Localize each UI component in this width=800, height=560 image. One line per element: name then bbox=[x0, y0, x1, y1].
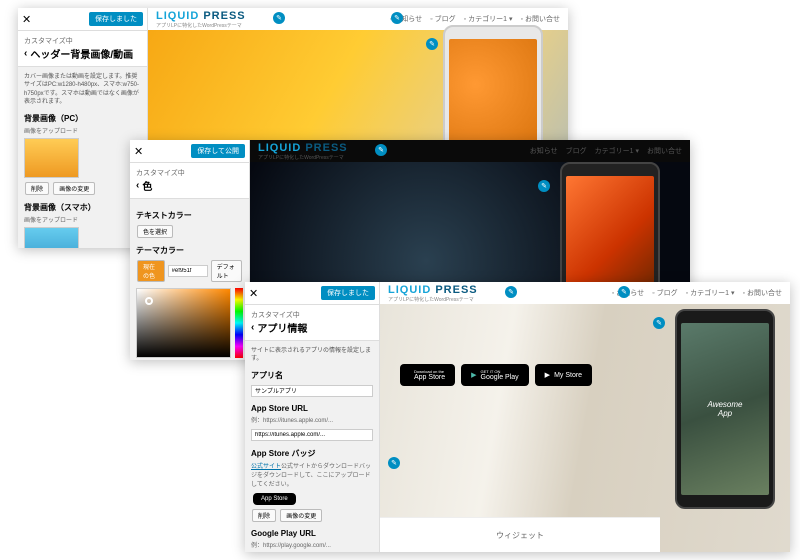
section-title: 色 bbox=[142, 178, 152, 193]
sidebar-header: ✕ 保存しました bbox=[18, 8, 147, 31]
appstore-badge-label: App Store バッジ bbox=[251, 448, 373, 459]
mystore-badge[interactable]: ▶ My Store bbox=[535, 364, 592, 386]
edit-shortcut-icon[interactable]: ✎ bbox=[273, 12, 285, 24]
nav-contact[interactable]: お問い合せ bbox=[647, 146, 682, 156]
nav-cat[interactable]: ◦ カテゴリー1▾ bbox=[464, 14, 513, 24]
appstore-badge[interactable]: Download on theApp Store bbox=[400, 364, 455, 386]
edit-shortcut-icon[interactable]: ✎ bbox=[391, 12, 403, 24]
edit-shortcut-icon[interactable]: ✎ bbox=[653, 317, 665, 329]
nav-cat[interactable]: ◦ カテゴリー1▾ bbox=[686, 288, 735, 298]
edit-shortcut-icon[interactable]: ✎ bbox=[388, 457, 400, 469]
widget-area[interactable]: ウィジェット bbox=[380, 517, 660, 552]
site-logo[interactable]: LIQUID PRESS bbox=[388, 284, 478, 296]
back-icon[interactable]: ‹ bbox=[136, 180, 139, 191]
section-title: ヘッダー背景画像/動画 bbox=[30, 46, 133, 61]
color-picker[interactable] bbox=[136, 288, 231, 358]
breadcrumb[interactable]: カスタマイズ中 ‹アプリ情報 bbox=[245, 305, 379, 341]
appstore-url-input[interactable] bbox=[251, 429, 373, 441]
edit-shortcut-icon[interactable]: ✎ bbox=[538, 180, 550, 192]
hero-image: Download on theApp Store ▶GET IT ONGoogl… bbox=[380, 304, 790, 552]
official-link[interactable]: 公式サイト bbox=[251, 464, 281, 470]
edit-shortcut-icon[interactable]: ✎ bbox=[618, 286, 630, 298]
current-color-swatch[interactable]: 現在の色 bbox=[137, 260, 165, 282]
edit-shortcut-icon[interactable]: ✎ bbox=[505, 286, 517, 298]
sidebar: ✕ 保存して公開 カスタマイズ中 ‹色 テキストカラー 色を選択 テーマカラー … bbox=[130, 140, 250, 360]
sidebar-body: テキストカラー 色を選択 テーマカラー 現在の色 デフォルト リンクカラー 色を… bbox=[130, 199, 249, 360]
nav-cat[interactable]: カテゴリー1▾ bbox=[595, 146, 639, 156]
delete-button[interactable]: 削除 bbox=[25, 182, 49, 195]
nav-menu: ◦ お知らせ ◦ ブログ ◦ カテゴリー1▾ ◦ お問い合せ bbox=[390, 14, 560, 24]
breadcrumb[interactable]: カスタマイズ中 ‹色 bbox=[130, 163, 249, 199]
section-description: カバー画像または動画を設定します。推奨サイズはPC:w1280-h480px、ス… bbox=[24, 73, 141, 107]
appstore-badge-thumb[interactable]: App Store bbox=[253, 493, 296, 505]
edit-shortcut-icon[interactable]: ✎ bbox=[426, 38, 438, 50]
customizing-label: カスタマイズ中 bbox=[24, 36, 141, 46]
hue-slider[interactable] bbox=[235, 288, 243, 358]
saved-badge: 保存しました bbox=[321, 286, 375, 300]
nav-menu: ◦ お知らせ ◦ ブログ ◦ カテゴリー1▾ ◦ お問い合せ bbox=[612, 288, 782, 298]
sidebar: ✕ 保存しました カスタマイズ中 ‹アプリ情報 サイトに表示されるアプリの情報を… bbox=[245, 282, 380, 552]
nav-news[interactable]: お知らせ bbox=[530, 146, 558, 156]
upload-help: 画像をアップロード bbox=[24, 126, 141, 135]
nav-blog[interactable]: ◦ ブログ bbox=[430, 14, 455, 24]
app-overlay-text: Awesome App bbox=[703, 400, 747, 418]
nav-menu: お知らせ ブログ カテゴリー1▾ お問い合せ bbox=[530, 146, 682, 156]
site-logo[interactable]: LIQUID PRESS bbox=[156, 10, 246, 22]
sidebar: ✕ 保存しました カスタマイズ中 ‹ヘッダー背景画像/動画 カバー画像または動画… bbox=[18, 8, 148, 248]
hex-input[interactable] bbox=[168, 265, 208, 277]
bg-sp-label: 背景画像（スマホ） bbox=[24, 202, 141, 213]
customizing-label: カスタマイズ中 bbox=[251, 310, 373, 320]
change-image-button[interactable]: 画像の変更 bbox=[53, 182, 95, 195]
sidebar-header: ✕ 保存して公開 bbox=[130, 140, 249, 163]
back-icon[interactable]: ‹ bbox=[24, 48, 27, 59]
nav-blog[interactable]: ブログ bbox=[566, 146, 587, 156]
nav-contact[interactable]: ◦ お問い合せ bbox=[743, 288, 782, 298]
section-description: サイトに表示されるアプリの情報を設定します。 bbox=[251, 347, 373, 364]
theme-color-label: テーマカラー bbox=[136, 245, 243, 256]
appstore-url-hint: 例：https://itunes.apple.com/... bbox=[251, 415, 373, 424]
appstore-badge-desc: 公式サイト公式サイトからダウンロードバッジをダウンロードして、ここにアップロード… bbox=[251, 461, 373, 488]
edit-shortcut-icon[interactable]: ✎ bbox=[375, 144, 387, 156]
gplay-url-hint: 例：https://play.google.com/... bbox=[251, 540, 373, 549]
breadcrumb[interactable]: カスタマイズ中 ‹ヘッダー背景画像/動画 bbox=[18, 31, 147, 67]
close-icon[interactable]: ✕ bbox=[249, 287, 258, 300]
site-nav: LIQUID PRESS アプリLPに特化したWordPressテーマ お知らせ… bbox=[250, 140, 690, 162]
save-publish-button[interactable]: 保存して公開 bbox=[191, 144, 245, 158]
sidebar-body: カバー画像または動画を設定します。推奨サイズはPC:w1280-h480px、ス… bbox=[18, 67, 147, 248]
text-color-label: テキストカラー bbox=[136, 210, 243, 221]
site-nav: LIQUID PRESS アプリLPに特化したWordPressテーマ ◦ お知… bbox=[148, 8, 568, 30]
back-icon[interactable]: ‹ bbox=[251, 322, 254, 333]
delete-button[interactable]: 削除 bbox=[252, 509, 276, 522]
gplay-url-label: Google Play URL bbox=[251, 529, 373, 538]
change-image-button[interactable]: 画像の変更 bbox=[280, 509, 322, 522]
customizer-panel-app-info: ✕ 保存しました カスタマイズ中 ‹アプリ情報 サイトに表示されるアプリの情報を… bbox=[245, 282, 790, 552]
app-name-input[interactable] bbox=[251, 385, 373, 397]
site-tagline: アプリLPに特化したWordPressテーマ bbox=[156, 22, 246, 29]
site-tagline: アプリLPに特化したWordPressテーマ bbox=[388, 296, 478, 303]
googleplay-badge[interactable]: ▶GET IT ONGoogle Play bbox=[461, 364, 529, 386]
customizing-label: カスタマイズ中 bbox=[136, 168, 243, 178]
select-color-button[interactable]: 色を選択 bbox=[137, 225, 173, 238]
appstore-url-label: App Store URL bbox=[251, 404, 373, 413]
default-button[interactable]: デフォルト bbox=[211, 260, 242, 282]
image-thumbnail[interactable] bbox=[24, 138, 79, 178]
play-icon: ▶ bbox=[471, 371, 476, 379]
site-logo[interactable]: LIQUID PRESS bbox=[258, 142, 348, 154]
phone-mockup: Awesome App bbox=[675, 309, 775, 509]
preview-pane: LIQUID PRESS アプリLPに特化したWordPressテーマ ◦ お知… bbox=[380, 282, 790, 552]
bg-pc-label: 背景画像（PC） bbox=[24, 113, 141, 124]
nav-blog[interactable]: ◦ ブログ bbox=[652, 288, 677, 298]
site-tagline: アプリLPに特化したWordPressテーマ bbox=[258, 154, 348, 161]
close-icon[interactable]: ✕ bbox=[22, 13, 31, 26]
app-name-label: アプリ名 bbox=[251, 370, 373, 381]
section-title: アプリ情報 bbox=[257, 320, 307, 335]
sidebar-header: ✕ 保存しました bbox=[245, 282, 379, 305]
sidebar-body: サイトに表示されるアプリの情報を設定します。 アプリ名 App Store UR… bbox=[245, 341, 379, 552]
saved-badge: 保存しました bbox=[89, 12, 143, 26]
upload-help-sp: 画像をアップロード bbox=[24, 215, 141, 224]
close-icon[interactable]: ✕ bbox=[134, 145, 143, 158]
site-nav: LIQUID PRESS アプリLPに特化したWordPressテーマ ◦ お知… bbox=[380, 282, 790, 304]
nav-contact[interactable]: ◦ お問い合せ bbox=[521, 14, 560, 24]
image-thumbnail-sp[interactable] bbox=[24, 227, 79, 248]
